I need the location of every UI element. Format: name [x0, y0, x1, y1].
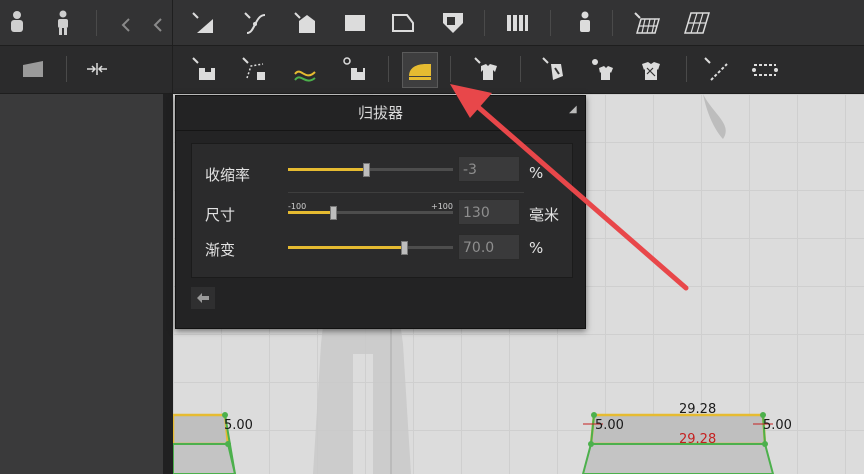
slider-thumb[interactable]: [362, 163, 370, 177]
shrinkage-rate-label: 收缩率: [205, 166, 251, 184]
panel-divider[interactable]: [163, 94, 173, 474]
measurement-inner-width: 29.28: [679, 432, 717, 447]
gradient-unit: %: [529, 239, 544, 257]
resize-corner-icon[interactable]: ◢: [569, 104, 579, 115]
collapse-left-2-icon[interactable]: [140, 8, 174, 42]
polygon-icon[interactable]: [386, 6, 420, 40]
stripe-icon[interactable]: [500, 6, 534, 40]
gradient-label: 渐变: [205, 241, 236, 259]
size-slider[interactable]: [288, 206, 453, 220]
curve-point-icon[interactable]: [238, 6, 272, 40]
line-dash-icon[interactable]: [748, 53, 782, 87]
secondary-toolbar: [0, 46, 864, 94]
garment-icon[interactable]: [470, 53, 504, 87]
avatar-icon[interactable]: [0, 6, 34, 40]
row-divider: [288, 192, 524, 193]
collapse-left-icon[interactable]: [108, 8, 142, 42]
internal-shape-icon[interactable]: [436, 6, 470, 40]
measurement-left-edge: 5.00: [224, 418, 253, 433]
slider-fill: [288, 168, 366, 171]
flat-panel-icon[interactable]: [16, 52, 50, 86]
dialog-title: 归拔器: [176, 96, 585, 131]
size-label: 尺寸: [205, 206, 236, 224]
measurement-right-right: 5.00: [763, 418, 792, 433]
pinning-icon[interactable]: [568, 6, 602, 40]
toolbar-separator: [550, 10, 551, 36]
shrinkage-dialog: 归拔器 ◢ 收缩率 -100 +100 -3 % 尺寸 130 毫米 渐变 70…: [175, 95, 586, 329]
line-draw-icon[interactable]: [700, 53, 734, 87]
main-toolbar: [0, 0, 864, 46]
avatar-2-icon[interactable]: [46, 6, 80, 40]
shrinkage-rate-input[interactable]: -3: [458, 156, 520, 182]
slider-max-tick: +100: [431, 202, 453, 211]
toolbar-separator: [686, 56, 687, 82]
gradient-input[interactable]: 70.0: [458, 234, 520, 260]
size-unit: 毫米: [529, 206, 560, 224]
gradient-slider[interactable]: [288, 241, 453, 255]
rectangle-icon[interactable]: [338, 6, 372, 40]
texture-icon[interactable]: [634, 53, 668, 87]
toolbar-separator: [450, 56, 451, 82]
garment-edit-icon[interactable]: [538, 53, 572, 87]
measurement-top-width: 29.28: [679, 402, 717, 417]
grid-skew-icon[interactable]: [680, 6, 714, 40]
back-arrow-icon: [197, 293, 209, 303]
toolbar-separator: [612, 10, 613, 36]
toolbar-separator: [96, 10, 97, 36]
slider-thumb[interactable]: [329, 206, 337, 220]
measurement-right-left: 5.00: [595, 418, 624, 433]
undo-button[interactable]: [191, 287, 215, 309]
segment-line-icon[interactable]: [186, 6, 220, 40]
shrinkage-iron-icon[interactable]: [402, 52, 438, 88]
toolbar-separator: [388, 56, 389, 82]
slider-min-tick: -100: [288, 202, 307, 211]
toolbar-separator: [520, 56, 521, 82]
avatar-silhouette-hand: [703, 94, 726, 139]
shrinkage-rate-slider[interactable]: -100 +100: [288, 163, 453, 211]
toolbar-separator: [66, 56, 67, 82]
slider-fill: [288, 211, 333, 214]
sewing-segment-icon[interactable]: [188, 53, 222, 87]
slider-fill: [288, 246, 404, 249]
grid-pattern-icon[interactable]: [630, 6, 664, 40]
slider-thumb[interactable]: [400, 241, 408, 255]
object-browser-panel: [0, 94, 163, 474]
toolbar-separator: [172, 46, 173, 93]
sewing-curve-icon[interactable]: [288, 53, 322, 87]
toolbar-separator: [172, 0, 173, 45]
sewing-edit-icon[interactable]: [338, 53, 372, 87]
avatar-fit-icon[interactable]: [586, 53, 620, 87]
dialog-properties: 收缩率 -100 +100 -3 % 尺寸 130 毫米 渐变 70.0 %: [191, 143, 573, 278]
move-arrows-icon[interactable]: [80, 52, 114, 86]
sewing-free-icon[interactable]: [238, 53, 272, 87]
toolbar-separator: [484, 10, 485, 36]
pattern-edit-icon[interactable]: [288, 6, 322, 40]
shrinkage-rate-unit: %: [529, 164, 544, 182]
size-input[interactable]: 130: [458, 199, 520, 225]
